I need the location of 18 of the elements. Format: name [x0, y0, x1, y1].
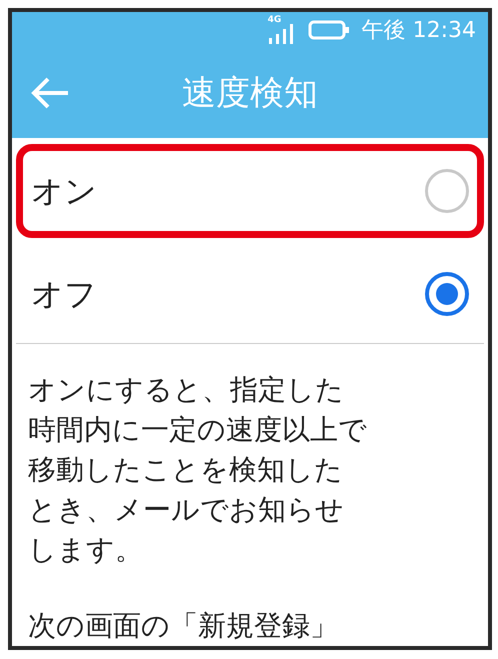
screen-title: 速度検知	[181, 72, 319, 114]
radio-option[interactable]: オフ	[16, 244, 484, 344]
description-line: 次の画面の「新規登録」	[28, 608, 338, 644]
option-label: オン	[31, 171, 98, 212]
description-line: 時間内に一定の速度以上で	[28, 412, 367, 448]
signal-icon	[268, 24, 294, 44]
option-label: オフ	[31, 274, 98, 314]
battery-icon	[308, 20, 350, 40]
description-line: とき、メールでお知らせ	[28, 492, 344, 528]
description-line: オンにすると、指定した	[28, 372, 344, 408]
radio-button[interactable]	[425, 169, 469, 213]
radio-button[interactable]	[425, 272, 469, 316]
radio-option[interactable]: オン	[16, 144, 484, 238]
clock: 午後 12:34	[362, 16, 476, 44]
description-line: 移動したことを検知した	[28, 452, 343, 488]
back-arrow-icon	[30, 77, 70, 109]
network-label: 4G	[268, 16, 282, 25]
description-line: します。	[28, 532, 143, 568]
